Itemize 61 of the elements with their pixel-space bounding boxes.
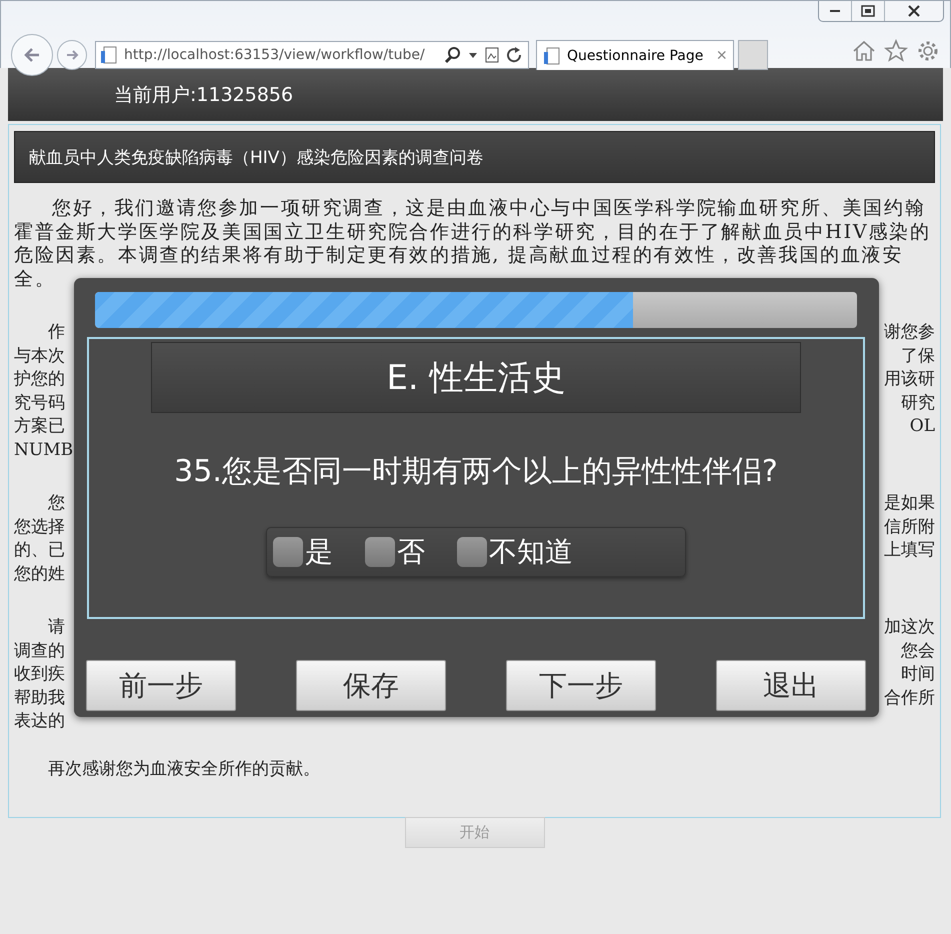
- paragraph-text: 调查的: [14, 640, 65, 662]
- page-icon: [100, 46, 118, 64]
- checkbox[interactable]: [273, 537, 303, 567]
- paragraph-text: 上填写: [884, 539, 935, 562]
- paragraph-text: 您的姓: [14, 562, 65, 586]
- paragraph-text: 时间: [901, 663, 935, 686]
- settings-icon[interactable]: [916, 39, 940, 63]
- paragraph-text: 与本次: [14, 344, 65, 368]
- save-button[interactable]: 保存: [296, 660, 446, 711]
- paragraph-text: 是如果: [884, 492, 935, 515]
- paragraph-text: 加这次: [884, 616, 935, 639]
- paragraph-text: 收到疾: [14, 663, 65, 686]
- option-label[interactable]: 否: [397, 533, 425, 571]
- paragraph-text: 您选择: [14, 516, 65, 538]
- paragraph-text: 方案已: [14, 415, 65, 438]
- search-icon: [444, 46, 462, 64]
- paragraph-text: 您: [47, 492, 65, 515]
- paragraph-text: 谢您参: [884, 321, 935, 344]
- option-label[interactable]: 是: [305, 533, 333, 571]
- previous-button[interactable]: 前一步: [86, 660, 236, 711]
- minimize-icon: [830, 10, 840, 12]
- paragraph-text: OL: [910, 415, 935, 438]
- browser-tab[interactable]: Questionnaire Page ×: [536, 40, 734, 70]
- section-title: E. 性生活史: [386, 356, 566, 400]
- paragraph-text: 表达的: [14, 710, 65, 733]
- tab-close-button[interactable]: ×: [716, 45, 727, 66]
- checkbox[interactable]: [365, 537, 395, 567]
- restore-icon: [861, 5, 875, 17]
- paragraph-text: 作: [47, 321, 65, 344]
- tab-title: Questionnaire Page: [567, 48, 704, 64]
- forward-button[interactable]: [57, 40, 87, 70]
- current-user-label: 当前用户:11325856: [114, 82, 294, 108]
- exit-button[interactable]: 退出: [716, 660, 866, 711]
- survey-title: 献血员中人类免疫缺陷病毒（HIV）感染危险因素的调查问卷: [29, 146, 484, 168]
- paragraph-text: 了保: [901, 344, 935, 368]
- home-icon[interactable]: [852, 39, 876, 63]
- page-icon: [543, 46, 561, 64]
- option-label[interactable]: 不知道: [489, 533, 573, 571]
- paragraph-text: 信所附: [884, 516, 935, 538]
- intro-paragraph: 您好，我们邀请您参加一项研究调查，这是由血液中心与中国医学科学院输血研究所、美国约翰霍普金斯大学医学院及美国国立卫生研究院合作进行的科学研究，目的在于了解献血员中HIV感染的危险因素。本调查的结果将有助于制定更有效的措施, 提高献血过程的有效性，改善我国的血液安全。: [14, 197, 932, 291]
- next-button[interactable]: 下一步: [506, 660, 656, 711]
- paragraph-text: 帮助我: [14, 686, 65, 710]
- checkbox[interactable]: [457, 537, 487, 567]
- paragraph-text: 用该研: [884, 368, 935, 391]
- paragraph-text: 究号码: [14, 392, 65, 414]
- picture-icon: [484, 46, 500, 64]
- paragraph-text: 的、已: [14, 539, 65, 562]
- paragraph-text: 研究: [901, 392, 935, 414]
- url-text: http://localhost:63153/view/workflow/tube/: [124, 47, 426, 63]
- paragraph-text: 您会: [901, 640, 935, 662]
- star-icon[interactable]: [884, 39, 908, 63]
- paragraph-text: NUMB: [14, 438, 74, 462]
- paragraph-text: 请: [47, 616, 65, 639]
- address-bar[interactable]: http://localhost:63153/view/workflow/tube/: [95, 41, 529, 69]
- back-button[interactable]: [11, 34, 53, 76]
- refresh-icon: [506, 46, 524, 64]
- paragraph-text: 合作所: [884, 686, 935, 710]
- close-icon: [907, 5, 921, 17]
- closing-paragraph: 再次感谢您为血液安全所作的贡献。: [47, 758, 321, 780]
- paragraph-text: 护您的: [14, 368, 65, 391]
- question-text: 35.您是否同一时期有两个以上的异性性伴侣?: [174, 454, 778, 489]
